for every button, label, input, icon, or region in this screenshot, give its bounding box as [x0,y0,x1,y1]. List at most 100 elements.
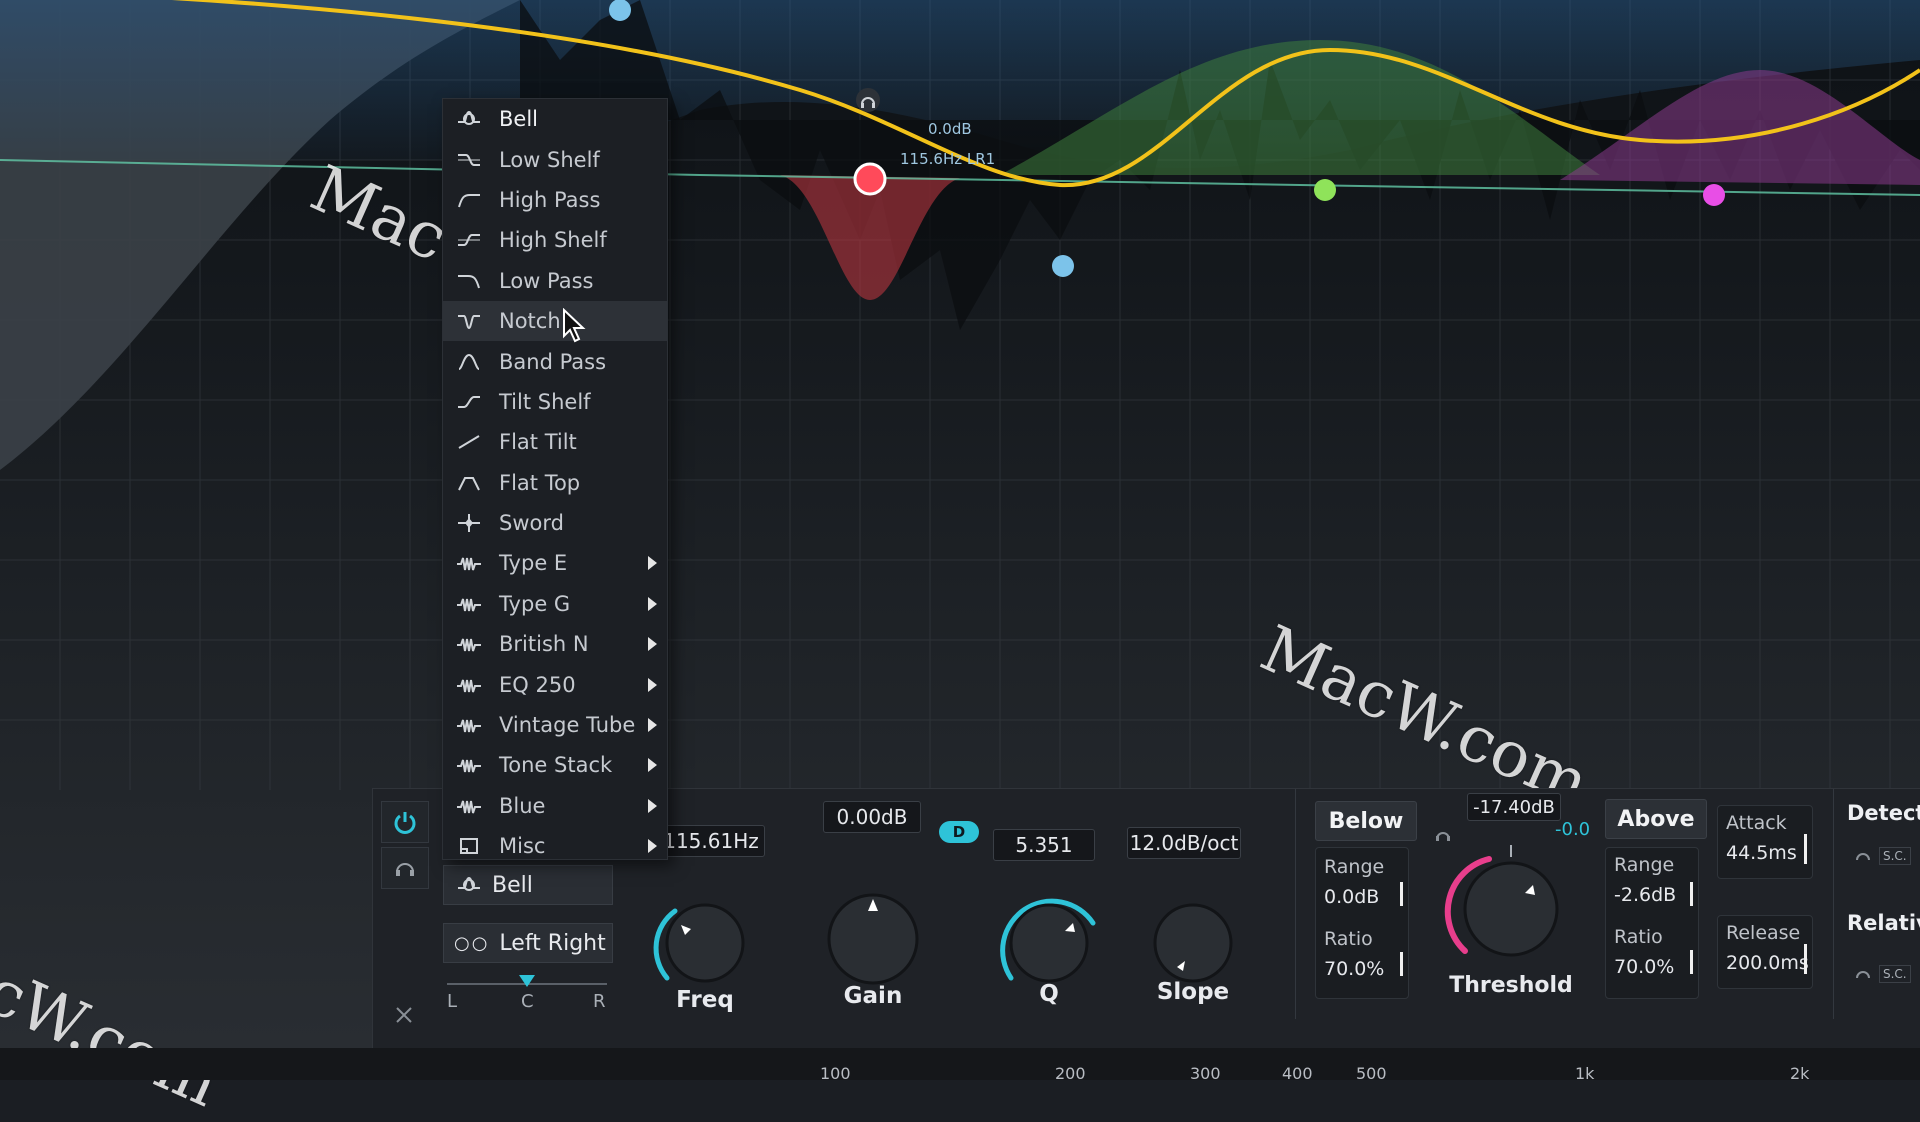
submenu-arrow-icon [648,556,657,571]
detect-sc-label: S.C. [1879,847,1911,865]
detect-sc-button[interactable]: S.C. [1855,847,1911,865]
menu-item-band-pass[interactable]: Band Pass [443,341,667,381]
attack-value[interactable]: 44.5ms [1726,842,1797,864]
filter-type-menu: Bell Low Shelf High Pass High Shelf Low Pass… [442,98,668,860]
menu-item-notch[interactable]: Notch [443,300,667,342]
release-panel: Release 200.0ms [1717,915,1813,989]
analog-wave-icon [455,593,483,615]
analog-wave-icon [455,795,483,817]
analog-wave-icon [455,633,483,655]
filter-shape-selector[interactable]: Bell [443,865,613,905]
submenu-arrow-icon [648,758,657,773]
band-pass-icon [455,351,483,373]
menu-item-label: Sword [499,511,564,536]
menu-item-label: Notch [499,309,561,334]
q-value-field[interactable]: 5.351 [993,829,1095,861]
band-node-blue-low[interactable] [1052,255,1074,277]
knob-freq[interactable] [645,883,765,1003]
menu-item-tone-stack[interactable]: Tone Stack [443,745,667,785]
axis-tick-label: 2k [1790,1064,1810,1083]
detect-divider [1833,789,1834,1019]
menu-item-label: High Pass [499,187,601,212]
freq-label: Freq [676,987,734,1013]
menu-item-label: Tone Stack [499,753,613,778]
misc-icon [455,835,483,857]
menu-item-type-e[interactable]: Type E [443,543,667,583]
menu-item-low-shelf[interactable]: Low Shelf [443,139,667,179]
menu-item-label: High Shelf [499,228,607,253]
submenu-arrow-icon [648,798,657,813]
freq-value-field[interactable]: 115.61Hz [657,825,765,857]
sword-icon [455,512,483,534]
axis-tick-label: 100 [820,1064,851,1083]
analog-wave-icon [455,714,483,736]
menu-item-high-shelf[interactable]: High Shelf [443,220,667,260]
above-mode-button[interactable]: Above [1605,799,1707,839]
menu-item-high-pass[interactable]: High Pass [443,180,667,220]
band-solo-button[interactable] [381,847,429,889]
detect-label: Detect [1847,801,1920,825]
solo-headphone-icon[interactable] [856,88,880,112]
menu-item-type-g[interactable]: Type G [443,584,667,624]
slope-value-field[interactable]: 12.0dB/oct [1127,827,1241,859]
menu-item-vintage-tube[interactable]: Vintage Tube [443,705,667,745]
submenu-arrow-icon [648,677,657,692]
axis-tick-label: 1k [1575,1064,1595,1083]
below-ratio-value[interactable]: 70.0% [1324,958,1384,980]
analog-wave-icon [455,552,483,574]
menu-item-bell[interactable]: Bell [443,99,667,139]
close-icon [396,1007,412,1023]
submenu-arrow-icon [648,718,657,733]
menu-item-flat-top[interactable]: Flat Top [443,463,667,503]
attack-label: Attack [1726,812,1787,834]
headphone-icon [1856,853,1870,861]
below-range-value[interactable]: 0.0dB [1324,886,1379,908]
band-node-red-selected[interactable] [853,162,887,196]
menu-item-misc[interactable]: Misc [443,826,667,866]
menu-item-flat-tilt[interactable]: Flat Tilt [443,422,667,462]
pan-slider-handle[interactable] [519,975,535,987]
threshold-value-field[interactable]: -17.40dB [1467,793,1561,821]
submenu-arrow-icon [648,596,657,611]
submenu-arrow-icon [648,839,657,854]
flat-top-icon [455,472,483,494]
pan-slider[interactable]: L C R [447,975,607,1015]
band-node-blue-top[interactable] [609,0,631,21]
band-node-green[interactable] [1314,179,1336,201]
band-node-magenta[interactable] [1703,184,1725,206]
below-range-meter [1400,882,1403,906]
dynamics-divider [1295,789,1296,1019]
node-tooltip-freq: 115.6Hz LR1 [900,150,995,168]
attack-panel: Attack 44.5ms [1717,805,1813,879]
threshold-knob[interactable] [1441,839,1581,979]
menu-item-label: British N [499,632,589,657]
menu-item-label: Misc [499,834,546,859]
menu-item-eq-250[interactable]: EQ 250 [443,664,667,704]
menu-item-tilt-shelf[interactable]: Tilt Shelf [443,382,667,422]
menu-item-label: Bell [499,107,538,132]
menu-item-blue[interactable]: Blue [443,786,667,826]
below-mode-button[interactable]: Below [1315,801,1417,841]
release-label: Release [1726,922,1801,944]
above-ratio-meter [1690,950,1693,974]
release-value[interactable]: 200.0ms [1726,952,1809,974]
menu-item-british-n[interactable]: British N [443,624,667,664]
relative-sc-button[interactable]: S.C. [1855,965,1911,983]
dynamic-badge[interactable]: D [939,821,979,843]
knob-gain[interactable] [813,879,933,999]
band-close-button[interactable] [381,995,427,1035]
slope-label: Slope [1156,979,1230,1005]
menu-item-sword[interactable]: Sword [443,503,667,543]
gain-value-field[interactable]: 0.00dB [823,801,921,833]
menu-item-label: Vintage Tube [499,713,636,738]
stereo-mode-selector[interactable]: ○○ Left Right [443,923,613,963]
filter-shape-label: Bell [492,872,533,898]
pan-label-right: R [593,991,606,1012]
menu-item-label: Flat Tilt [499,430,577,455]
above-range-value[interactable]: -2.6dB [1614,884,1676,906]
flat-tilt-icon [455,431,483,453]
above-ratio-value[interactable]: 70.0% [1614,956,1674,978]
band-power-button[interactable] [381,801,429,843]
menu-item-low-pass[interactable]: Low Pass [443,261,667,301]
attack-meter [1804,834,1807,864]
